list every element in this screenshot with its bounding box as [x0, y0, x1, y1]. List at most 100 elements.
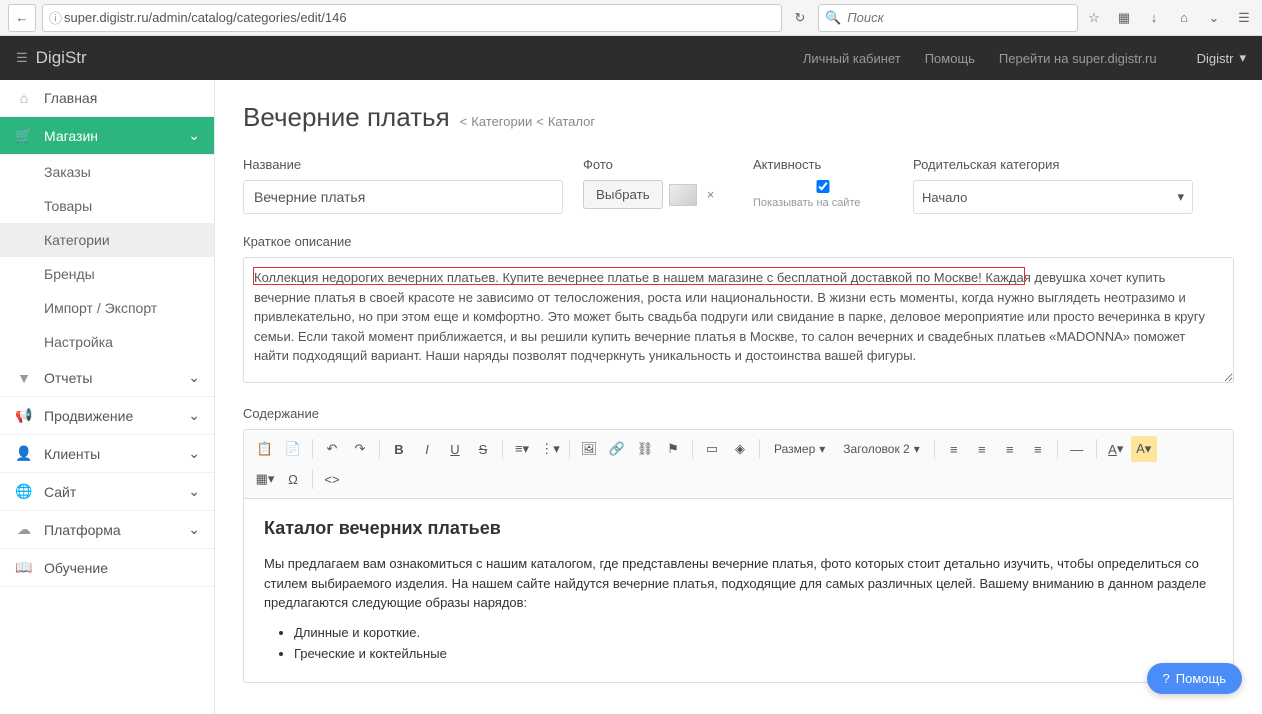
short-desc-textarea[interactable]: Коллекция недорогих вечерних платьев. Ку… [243, 257, 1234, 383]
copy-icon[interactable]: 📋 [252, 436, 278, 462]
cart-icon: 🛒 [14, 127, 34, 144]
content: Вечерние платья <Категории<Каталог Назва… [215, 80, 1262, 714]
download-icon[interactable]: ↓ [1144, 8, 1164, 28]
page-header: Вечерние платья <Категории<Каталог [243, 102, 1234, 133]
sidebar-sub-settings[interactable]: Настройка [0, 325, 214, 359]
bullet-list-icon[interactable]: ≡▾ [509, 436, 535, 462]
sidebar-item-platform[interactable]: ☁ Платформа ⌄ [0, 511, 214, 549]
browser-search[interactable]: 🔍 [818, 4, 1078, 32]
sidebar-sub-products[interactable]: Товары [0, 189, 214, 223]
text-color-icon[interactable]: A▾ [1103, 436, 1129, 462]
anchor-icon[interactable]: ⚑ [660, 436, 686, 462]
name-input[interactable] [243, 180, 563, 214]
book-icon: 📖 [14, 559, 34, 576]
pocket-icon[interactable]: ⌄ [1204, 8, 1224, 28]
topbar-link-site[interactable]: Перейти на super.digistr.ru [999, 51, 1157, 66]
sidebar-sub-categories[interactable]: Категории [0, 223, 214, 257]
filter-icon: ▼ [14, 370, 34, 386]
sidebar: ⌂ Главная 🛒 Магазин ⌄ Заказы Товары Кате… [0, 80, 215, 714]
source-icon[interactable]: <> [319, 466, 345, 492]
chevron-down-icon: ⌄ [188, 521, 200, 538]
sidebar-item-reports[interactable]: ▼ Отчеты ⌄ [0, 359, 214, 397]
sidebar-item-clients[interactable]: 👤 Клиенты ⌄ [0, 435, 214, 473]
editor-heading: Каталог вечерних платьев [264, 515, 1213, 542]
sidebar-item-shop[interactable]: 🛒 Магазин ⌄ [0, 117, 214, 155]
editor-body[interactable]: Каталог вечерних платьев Мы предлагаем в… [244, 499, 1233, 682]
activity-checkbox[interactable] [753, 180, 893, 193]
photo-choose-button[interactable]: Выбрать [583, 180, 663, 209]
redo-icon[interactable]: ↷ [347, 436, 373, 462]
back-button[interactable]: ← [8, 4, 36, 32]
topbar-link-help[interactable]: Помощь [925, 51, 975, 66]
unlink-icon[interactable]: ⛓ [632, 436, 658, 462]
help-icon: ? [1163, 671, 1170, 686]
italic-icon[interactable]: I [414, 436, 440, 462]
sidebar-item-site[interactable]: 🌐 Сайт ⌄ [0, 473, 214, 511]
undo-icon[interactable]: ↶ [319, 436, 345, 462]
editor-list: Длинные и короткие. Греческие и коктейль… [294, 623, 1213, 664]
sidebar-sub-brands[interactable]: Бренды [0, 257, 214, 291]
globe-icon: 🌐 [14, 483, 34, 500]
topbar-link-cabinet[interactable]: Личный кабинет [803, 51, 901, 66]
sidebar-sub-orders[interactable]: Заказы [0, 155, 214, 189]
embed-icon[interactable]: ◈ [727, 436, 753, 462]
bold-icon[interactable]: B [386, 436, 412, 462]
browser-chrome: ← ⓘ ↻ 🔍 ☆ ▦ ↓ ⌂ ⌄ ☰ [0, 0, 1262, 36]
heading-combo[interactable]: Заголовок 2▾ [835, 436, 927, 462]
chevron-down-icon: ⌄ [188, 407, 200, 424]
photo-label: Фото [583, 157, 733, 172]
hr-icon[interactable]: — [1064, 436, 1090, 462]
reload-button[interactable]: ↻ [788, 6, 812, 30]
size-combo[interactable]: Размер▾ [766, 436, 833, 462]
activity-label: Активность [753, 157, 893, 172]
list-item: Греческие и коктейльные [294, 644, 1213, 664]
image-icon[interactable]: 🖼 [576, 436, 602, 462]
chevron-down-icon: ⌄ [188, 127, 200, 144]
url-bar[interactable]: ⓘ [42, 4, 782, 32]
paste-icon[interactable]: 📄 [280, 436, 306, 462]
sidebar-sub-import[interactable]: Импорт / Экспорт [0, 291, 214, 325]
strike-icon[interactable]: S [470, 436, 496, 462]
bg-color-icon[interactable]: A▾ [1131, 436, 1157, 462]
editor-paragraph: Мы предлагаем вам ознакомиться с нашим к… [264, 554, 1213, 613]
menu-toggle[interactable]: ☰ [16, 50, 28, 66]
parent-select[interactable]: Начало ▾ [913, 180, 1193, 214]
search-input[interactable] [847, 10, 1071, 25]
iframe-icon[interactable]: ▭ [699, 436, 725, 462]
photo-remove[interactable]: × [703, 187, 719, 202]
list-item: Длинные и короткие. [294, 623, 1213, 643]
chevron-down-icon: ⌄ [188, 483, 200, 500]
content-label: Содержание [243, 406, 1234, 421]
help-widget[interactable]: ? Помощь [1147, 663, 1242, 694]
breadcrumb: <Категории<Каталог [460, 114, 599, 129]
topbar: ☰ DigiStr Личный кабинет Помощь Перейти … [0, 36, 1262, 80]
name-label: Название [243, 157, 563, 172]
numbered-list-icon[interactable]: ⋮▾ [537, 436, 563, 462]
menu-icon[interactable]: ☰ [1234, 8, 1254, 28]
sidebar-item-learning[interactable]: 📖 Обучение [0, 549, 214, 587]
align-center-icon[interactable]: ≡ [969, 436, 995, 462]
bookmark-icon[interactable]: ☆ [1084, 8, 1104, 28]
home-icon: ⌂ [14, 90, 34, 106]
sidebar-icon[interactable]: ▦ [1114, 8, 1134, 28]
align-left-icon[interactable]: ≡ [941, 436, 967, 462]
home-icon[interactable]: ⌂ [1174, 8, 1194, 28]
chevron-down-icon: ▾ [1239, 50, 1246, 66]
underline-icon[interactable]: U [442, 436, 468, 462]
link-icon[interactable]: 🔗 [604, 436, 630, 462]
activity-hint: Показывать на сайте [753, 197, 893, 209]
photo-thumb [669, 184, 697, 206]
info-icon: ⓘ [49, 8, 62, 27]
user-menu[interactable]: Digistr ▾ [1197, 50, 1246, 66]
special-char-icon[interactable]: Ω [280, 466, 306, 492]
short-desc-label: Краткое описание [243, 234, 1234, 249]
url-input[interactable] [64, 10, 775, 25]
table-icon[interactable]: ▦▾ [252, 466, 278, 492]
sidebar-item-promo[interactable]: 📢 Продвижение ⌄ [0, 397, 214, 435]
rich-editor: 📋 📄 ↶ ↷ B I U S ≡▾ ⋮▾ 🖼 🔗 ⛓ [243, 429, 1234, 683]
align-right-icon[interactable]: ≡ [997, 436, 1023, 462]
sidebar-item-home[interactable]: ⌂ Главная [0, 80, 214, 117]
browser-toolbar: ☆ ▦ ↓ ⌂ ⌄ ☰ [1084, 8, 1254, 28]
align-justify-icon[interactable]: ≡ [1025, 436, 1051, 462]
chevron-down-icon: ▾ [1177, 189, 1184, 205]
